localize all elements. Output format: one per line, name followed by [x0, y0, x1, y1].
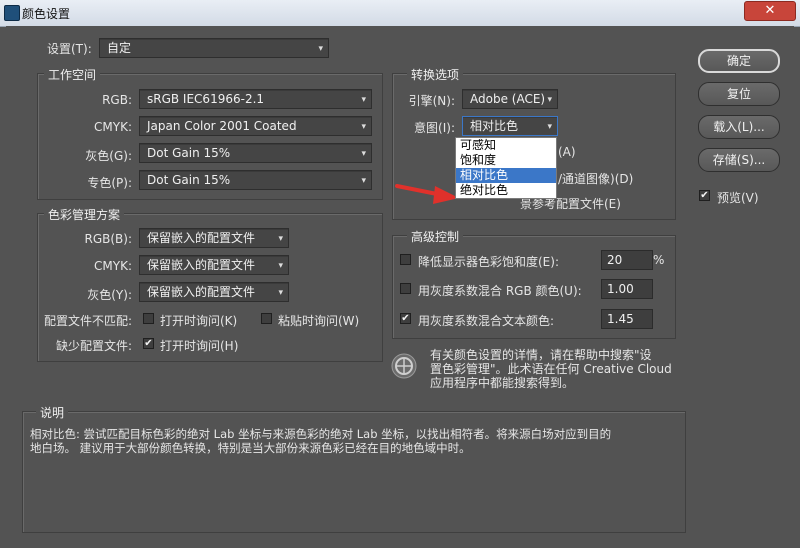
save-button[interactable]: 存储(S)... [698, 148, 780, 172]
desat-label: 降低显示器色彩饱和度(E): [418, 255, 559, 269]
policy-cmyk-select[interactable]: 保留嵌入的配置文件 ▾ [139, 255, 289, 275]
policy-rgb-select[interactable]: 保留嵌入的配置文件 ▾ [139, 228, 289, 248]
settings-select[interactable]: 自定 ▾ [99, 38, 329, 58]
settings-label: 设置(T): [47, 42, 92, 56]
mismatch-open-label: 打开时询问(K) [160, 314, 238, 328]
mismatch-open-checkbox[interactable] [143, 313, 154, 324]
missing-open-checkbox[interactable]: ✔ [143, 338, 154, 349]
engine-value: Adobe (ACE) [470, 92, 546, 106]
policies-title: 色彩管理方案 [44, 206, 125, 223]
title-bar: 颜色设置 ✕ [0, 0, 800, 27]
advanced-title: 高级控制 [407, 228, 464, 245]
blackpoint-label-tail: (A) [558, 145, 576, 159]
workspace-spot-select[interactable]: Dot Gain 15% ▾ [139, 170, 372, 190]
intent-dropdown-list: 可感知 饱和度 相对比色 绝对比色 [455, 137, 557, 199]
policy-gray-select[interactable]: 保留嵌入的配置文件 ▾ [139, 282, 289, 302]
policy-gray-label: 灰色(Y): [87, 288, 132, 302]
description-line-2: 地白场。 建议用于大部份颜色转换，特别是当大部份来源色彩已经在目的地色域中时。 [30, 441, 471, 455]
chevron-down-icon: ▾ [278, 234, 283, 244]
workspace-cmyk-select[interactable]: Japan Color 2001 Coated ▾ [139, 116, 372, 136]
description-title: 说明 [36, 404, 69, 421]
intent-value: 相对比色 [470, 119, 519, 133]
photoshop-app-icon [4, 5, 20, 21]
chevron-down-icon: ▾ [547, 122, 552, 132]
close-button[interactable]: ✕ [744, 1, 796, 21]
preview-checkbox[interactable]: ✔ [699, 190, 710, 201]
info-line-3: 应用程序中都能搜索得到。 [430, 376, 575, 390]
red-arrow-annotation [395, 184, 459, 204]
workspace-spot-value: Dot Gain 15% [147, 173, 231, 187]
check-icon: ✔ [401, 313, 410, 324]
chevron-down-icon: ▾ [361, 176, 366, 186]
blend-rgb-label: 用灰度系数混合 RGB 颜色(U): [418, 284, 582, 298]
settings-select-value: 自定 [107, 41, 132, 55]
ok-button[interactable]: 确定 [698, 49, 780, 73]
policy-rgb-label: RGB(B): [84, 232, 132, 246]
workspace-gray-select[interactable]: Dot Gain 15% ▾ [139, 143, 372, 163]
chevron-down-icon: ▾ [278, 288, 283, 298]
missing-label: 缺少配置文件: [55, 339, 132, 353]
chevron-down-icon: ▾ [361, 95, 366, 105]
check-icon: ✔ [144, 338, 153, 349]
intent-option-relative-colorimetric[interactable]: 相对比色 [456, 168, 556, 183]
policy-rgb-value: 保留嵌入的配置文件 [147, 231, 256, 245]
mismatch-paste-checkbox[interactable] [261, 313, 272, 324]
chevron-down-icon: ▾ [361, 122, 366, 132]
workspace-title: 工作空间 [44, 66, 101, 83]
workspace-rgb-value: sRGB IEC61966-2.1 [147, 92, 265, 106]
blend-text-input[interactable]: 1.45 [601, 309, 653, 329]
load-button[interactable]: 载入(L)... [698, 115, 780, 139]
conversion-title: 转换选项 [407, 66, 464, 83]
mismatch-label: 配置文件不匹配: [43, 314, 132, 328]
color-settings-info-icon [391, 353, 417, 379]
blend-rgb-input[interactable]: 1.00 [601, 279, 653, 299]
chevron-down-icon: ▾ [318, 44, 323, 54]
intent-option-perceptual[interactable]: 可感知 [456, 138, 556, 153]
engine-select[interactable]: Adobe (ACE) ▾ [462, 89, 558, 109]
chevron-down-icon: ▾ [278, 261, 283, 271]
workspace-gray-label: 灰色(G): [85, 149, 132, 163]
dither-label-tail: /通道图像)(D) [558, 172, 634, 186]
blend-rgb-checkbox[interactable] [400, 283, 411, 294]
intent-select[interactable]: 相对比色 ▾ [462, 116, 558, 136]
missing-open-label: 打开时询问(H) [160, 339, 239, 353]
workspace-gray-value: Dot Gain 15% [147, 146, 231, 160]
window-title: 颜色设置 [22, 7, 71, 21]
workspace-rgb-select[interactable]: sRGB IEC61966-2.1 ▾ [139, 89, 372, 109]
policy-cmyk-label: CMYK: [94, 259, 132, 273]
chevron-down-icon: ▾ [547, 95, 552, 105]
desat-unit: % [653, 253, 665, 267]
workspace-cmyk-value: Japan Color 2001 Coated [147, 119, 297, 133]
intent-label: 意图(I): [414, 121, 455, 135]
workspace-cmyk-label: CMYK: [94, 120, 132, 134]
check-icon: ✔ [700, 190, 709, 201]
workspace-rgb-label: RGB: [102, 93, 132, 107]
desat-input[interactable]: 20 [601, 250, 653, 270]
mismatch-paste-label: 粘贴时询问(W) [278, 314, 360, 328]
preview-label: 预览(V) [717, 191, 759, 205]
intent-option-saturation[interactable]: 饱和度 [456, 153, 556, 168]
policy-gray-value: 保留嵌入的配置文件 [147, 285, 256, 299]
desat-checkbox[interactable] [400, 254, 411, 265]
engine-label: 引擎(N): [408, 94, 455, 108]
workspace-spot-label: 专色(P): [87, 176, 132, 190]
blend-text-checkbox[interactable]: ✔ [400, 313, 411, 324]
blend-text-label: 用灰度系数混合文本颜色: [418, 314, 555, 328]
chevron-down-icon: ▾ [361, 149, 366, 159]
policy-cmyk-value: 保留嵌入的配置文件 [147, 258, 256, 272]
reset-button[interactable]: 复位 [698, 82, 780, 106]
intent-option-absolute-colorimetric[interactable]: 绝对比色 [456, 183, 556, 198]
